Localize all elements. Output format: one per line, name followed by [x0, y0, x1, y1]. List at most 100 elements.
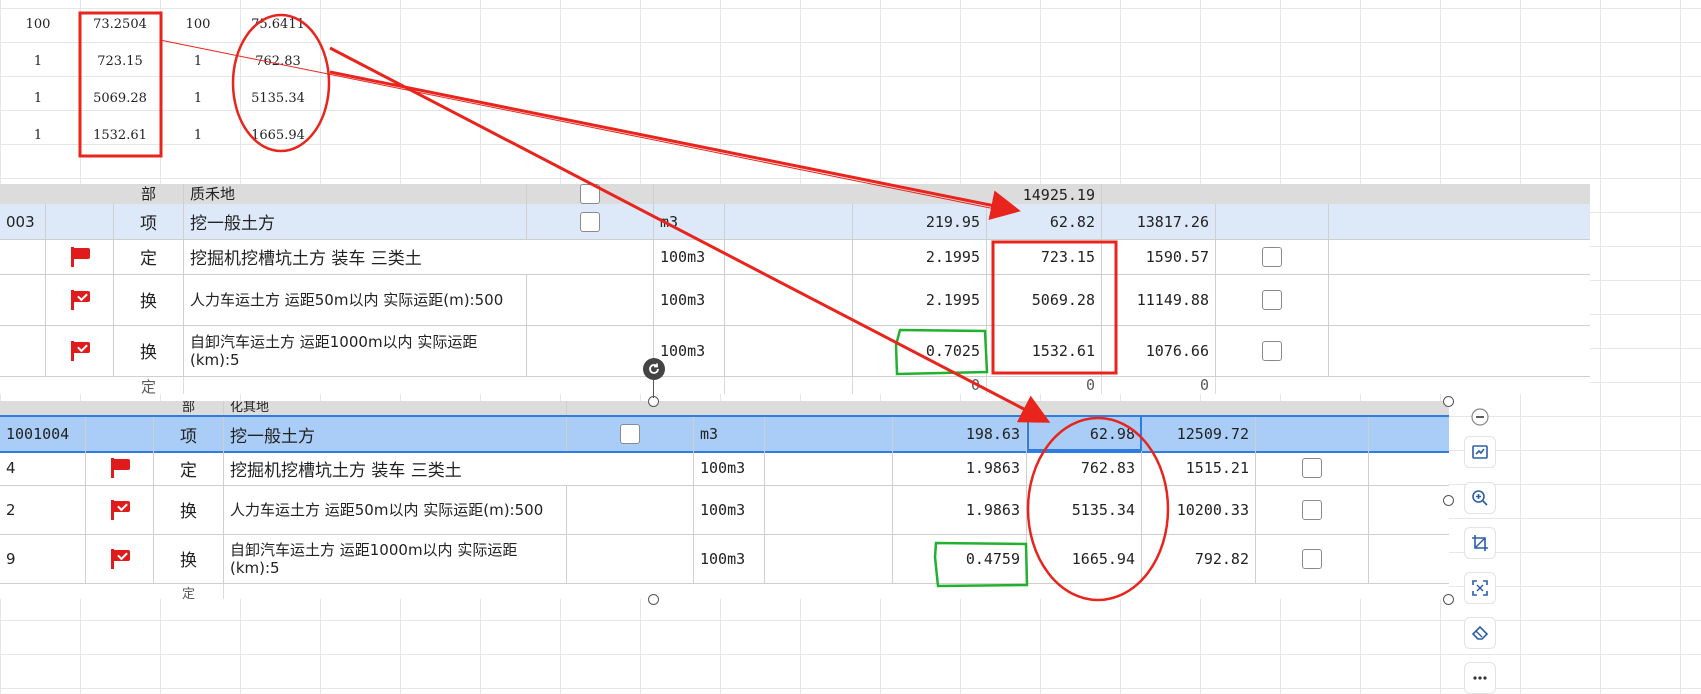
table-row: 部 质禾地 14925.19: [0, 184, 1590, 205]
blank-cell: [765, 534, 893, 583]
price-cell[interactable]: 5069.28: [987, 274, 1102, 325]
blank-cell: [765, 417, 893, 451]
price-cell[interactable]: 5135.34: [1027, 485, 1142, 534]
row-checkbox[interactable]: [620, 424, 640, 444]
unit-cell: 100m3: [694, 485, 765, 534]
red-flag-check-icon: [69, 340, 91, 361]
top-grid-cell[interactable]: 1532.61: [80, 119, 160, 153]
resize-handle-bottom-right[interactable]: [1443, 594, 1454, 605]
price-cell[interactable]: 1665.94: [1027, 534, 1142, 583]
top-grid-cell[interactable]: 1: [178, 45, 218, 79]
flag-cell: [86, 417, 154, 451]
flag-cell: [46, 204, 114, 239]
top-grid-cell[interactable]: 5069.28: [80, 82, 160, 116]
table-row[interactable]: 2 换 人力车运土方 运距50m以内 实际运距(m):500 100m3 1.9…: [0, 485, 1449, 535]
type-cell: 项: [154, 417, 224, 451]
row-checkbox[interactable]: [580, 184, 600, 204]
blank-cell: [765, 485, 893, 534]
price-cell[interactable]: 62.82: [987, 204, 1102, 239]
table-row: 定: [0, 583, 1449, 599]
code-cell: 2: [0, 485, 86, 534]
row-checkbox[interactable]: [1302, 499, 1322, 520]
total-cell: 12509.72: [1142, 417, 1256, 451]
row-checkbox[interactable]: [1262, 340, 1282, 361]
top-grid-cell[interactable]: 1665.94: [238, 119, 318, 153]
price-cell[interactable]: 723.15: [987, 239, 1102, 274]
qty-cell[interactable]: 0.7025: [853, 325, 987, 376]
rotate-icon[interactable]: [643, 358, 665, 380]
type-cell: 换: [114, 325, 184, 376]
resize-handle-bottom[interactable]: [648, 594, 659, 605]
table-row[interactable]: 1001004 项 挖一般土方 m3 198.63 62.98 12509.72: [0, 415, 1449, 453]
qty-cell[interactable]: 198.63: [893, 417, 1027, 451]
table-row[interactable]: 4 定 挖掘机挖槽坑土方 装车 三类土 100m3 1.9863 762.83 …: [0, 451, 1449, 486]
top-grid-cell[interactable]: 1: [178, 119, 218, 153]
unit-cell: m3: [654, 204, 725, 239]
type-cell: 定: [114, 376, 184, 394]
blank-cell: [725, 274, 853, 325]
name-cell[interactable]: 挖一般土方: [184, 204, 527, 239]
ocr-icon[interactable]: [1464, 572, 1496, 604]
row-checkbox[interactable]: [1302, 548, 1322, 569]
zoom-in-icon[interactable]: [1464, 482, 1496, 514]
qty-cell[interactable]: 2.1995: [853, 274, 987, 325]
minus-icon[interactable]: [1464, 401, 1496, 433]
name-cell[interactable]: 挖一般土方: [224, 417, 567, 451]
row-checkbox[interactable]: [1262, 246, 1282, 267]
qty-cell[interactable]: 219.95: [853, 204, 987, 239]
crop-icon[interactable]: [1464, 527, 1496, 559]
table-row[interactable]: 定 挖掘机挖槽坑土方 装车 三类土 100m3 2.1995 723.15 15…: [0, 239, 1590, 275]
eraser-icon[interactable]: [1464, 617, 1496, 649]
top-grid-cell[interactable]: 762.83: [238, 45, 318, 79]
table-row[interactable]: 9 换 自卸汽车运土方 运距1000m以内 实际运距(km):5 100m3 0…: [0, 534, 1449, 584]
table-row[interactable]: 换 人力车运土方 运距50m以内 实际运距(m):500 100m3 2.199…: [0, 274, 1590, 326]
name-cell[interactable]: 挖掘机挖槽坑土方 装车 三类土: [224, 451, 694, 485]
top-grid-cell[interactable]: 100: [18, 8, 58, 42]
top-grid-cell[interactable]: 5135.34: [238, 82, 318, 116]
checkbox-cell: [1256, 451, 1369, 485]
blank-cell: [567, 534, 694, 583]
flag-cell: [86, 485, 154, 534]
pasted-table-2[interactable]: 部 化其地 1001004 项 挖一般土方 m3 198.63 62.98 12…: [0, 401, 1449, 599]
top-grid-cell[interactable]: 1: [18, 82, 58, 116]
top-grid-cell[interactable]: 75.6411: [238, 8, 318, 42]
unit-cell: 100m3: [654, 239, 725, 274]
blank-cell: [725, 239, 853, 274]
checkbox-cell: [1256, 534, 1369, 583]
qty-cell[interactable]: 1.9863: [893, 485, 1027, 534]
row-checkbox[interactable]: [580, 211, 600, 232]
qty-cell[interactable]: 1.9863: [893, 451, 1027, 485]
qty-cell[interactable]: 0.4759: [893, 534, 1027, 583]
blank-cell: [765, 451, 893, 485]
top-grid-cell[interactable]: 73.2504: [80, 8, 160, 42]
top-grid-cell[interactable]: 100: [178, 8, 218, 42]
name-cell[interactable]: 自卸汽车运土方 运距1000m以内 实际运距(km):5: [184, 325, 527, 376]
red-flag-check-icon: [109, 499, 131, 520]
blank-cell: [725, 325, 853, 376]
blank-cell: [527, 274, 654, 325]
price-cell[interactable]: 762.83: [1027, 451, 1142, 485]
top-grid-cell[interactable]: 1: [18, 45, 58, 79]
pasted-table-1: 部 质禾地 14925.19 003 项 挖一般土方 m3 219.95 62.…: [0, 184, 1590, 394]
top-grid-cell[interactable]: 723.15: [80, 45, 160, 79]
flag-cell: [46, 239, 114, 274]
name-cell[interactable]: 挖掘机挖槽坑土方 装车 三类土: [184, 239, 654, 274]
top-grid-cell[interactable]: 1: [18, 119, 58, 153]
row-checkbox[interactable]: [1262, 289, 1282, 310]
name-cell[interactable]: 人力车运土方 运距50m以内 实际运距(m):500: [224, 485, 567, 534]
qty-cell[interactable]: 2.1995: [853, 239, 987, 274]
resize-handle-right[interactable]: [1443, 495, 1454, 506]
table-row[interactable]: 003 项 挖一般土方 m3 219.95 62.82 13817.26: [0, 204, 1590, 240]
price-cell[interactable]: 1532.61: [987, 325, 1102, 376]
type-cell: 换: [154, 534, 224, 583]
row-checkbox[interactable]: [1302, 458, 1322, 478]
resize-handle-top-right[interactable]: [1443, 396, 1454, 407]
table-row[interactable]: 换 自卸汽车运土方 运距1000m以内 实际运距(km):5 100m3 0.7…: [0, 325, 1590, 377]
top-grid-cell[interactable]: 1: [178, 82, 218, 116]
name-cell[interactable]: 人力车运土方 运距50m以内 实际运距(m):500: [184, 274, 527, 325]
total-cell: 1590.57: [1102, 239, 1216, 274]
image-edit-icon[interactable]: [1464, 436, 1496, 468]
code-cell: [0, 274, 46, 325]
name-cell[interactable]: 自卸汽车运土方 运距1000m以内 实际运距(km):5: [224, 534, 567, 583]
more-icon[interactable]: [1464, 662, 1496, 694]
